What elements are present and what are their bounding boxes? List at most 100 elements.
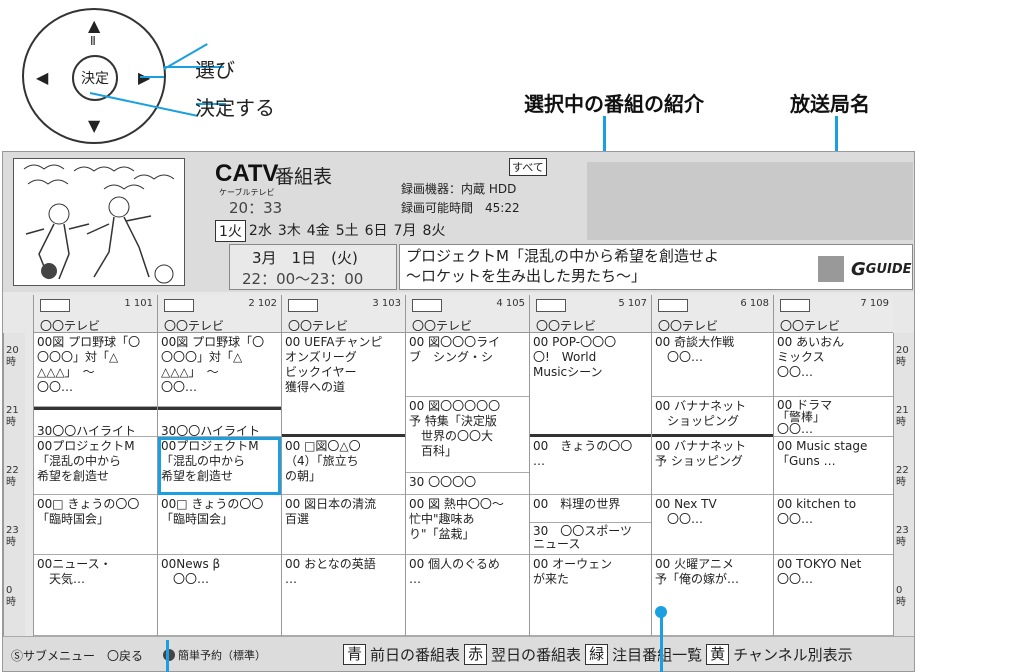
up-arrow-icon: ▲ xyxy=(88,16,101,35)
program-cell[interactable]: 00 オーウェン が来た xyxy=(530,555,651,636)
program-cell[interactable]: 00 図〇〇〇ライ ブ シング・シ xyxy=(406,333,529,397)
day-tab-6[interactable]: 6日 xyxy=(362,220,391,242)
program-cell[interactable]: 30〇〇ハイライト xyxy=(34,407,157,437)
easy-rec-hint[interactable]: 簡単予約（標準） xyxy=(163,647,266,663)
color-key-bar: 青 前日の番組表 赤 翌日の番組表 緑 注目番組一覧 黄 チャンネル別表示 xyxy=(343,644,853,665)
program-cell[interactable]: 00 ドラマ 「警棒」 〇〇… xyxy=(774,397,893,437)
program-cell[interactable]: 00□ きょうの〇〇 「臨時国会」 xyxy=(34,495,157,555)
blue-key[interactable]: 青 xyxy=(343,644,367,665)
blue-key-label: 前日の番組表 xyxy=(370,646,461,664)
channel-header: 7 109 〇〇テレビ xyxy=(774,295,893,333)
program-cell[interactable]: 00 きょうの〇〇 … xyxy=(530,437,651,495)
channel-logo-box xyxy=(164,299,194,312)
day-tab-8[interactable]: 8火 xyxy=(419,220,448,242)
day-tab-7[interactable]: 7月 xyxy=(391,220,420,242)
time-column-right: 20 時 21 時 22 時 23 時 0 時 xyxy=(893,333,914,636)
day-tab-3[interactable]: 3木 xyxy=(275,220,304,242)
program-cell[interactable]: 00 □図〇△〇 （4）「旅立ち の朝」 xyxy=(282,437,405,495)
program-cell[interactable]: 00 図 熱中〇〇〜 忙中"趣味あ り"「盆栽」 xyxy=(406,495,529,555)
program-cell[interactable]: 00図 プロ野球「〇 〇〇〇」対「△ △△△」 〜 〇〇… xyxy=(34,333,157,407)
guide-logo-text: GUIDE xyxy=(865,261,912,277)
time-20-right: 20 時 xyxy=(896,345,909,368)
time-23-right: 23 時 xyxy=(896,525,909,548)
program-cell[interactable]: 00 おとなの英語 … xyxy=(282,555,405,636)
channel-header: 6 108 〇〇テレビ xyxy=(652,295,773,333)
red-key[interactable]: 赤 xyxy=(464,644,488,665)
program-cell[interactable]: 00ニュース・ 天気… xyxy=(34,555,157,636)
guide-square-icon xyxy=(818,256,844,282)
catv-logo: CATV xyxy=(215,160,279,187)
time-21: 21 時 xyxy=(6,405,19,428)
channel-column-7: 7 109 〇〇テレビ 00 あいおん ミックス 〇〇… 00 ドラマ 「警棒」 … xyxy=(773,295,893,636)
channel-number: 4 105 xyxy=(496,298,525,309)
channel-logo-box xyxy=(536,299,566,312)
program-cell[interactable]: 00 図日本の清流 百選 xyxy=(282,495,405,555)
right-arrow-icon: ▶ xyxy=(138,70,150,86)
day-tab-4[interactable]: 4金 xyxy=(304,220,333,242)
submenu-hint[interactable]: Ⓢサブメニュー 〇戻る xyxy=(11,647,143,664)
program-cell[interactable]: 00News β 〇〇… xyxy=(158,555,281,636)
day-tab-1[interactable]: 1火 xyxy=(215,220,246,242)
reservation-pointer-line xyxy=(660,612,663,672)
easy-rec-label: 簡単予約（標準） xyxy=(178,649,266,662)
program-cell[interactable]: 00プロジェクトM 「混乱の中から 希望を創造せ xyxy=(34,437,157,495)
program-cell[interactable]: 30 〇〇スポーツ ニュース xyxy=(530,523,651,555)
channel-header: 2 102 〇〇テレビ xyxy=(158,295,281,333)
station-name-label: 放送局名 xyxy=(790,92,870,116)
yellow-key-label: チャンネル別表示 xyxy=(733,646,853,664)
day-tabs: 1火 2水 3木 4金 5土 6日 7月 8火 xyxy=(215,220,448,242)
selected-slot-box: 3月 1日 (火) 22：00〜23：00 xyxy=(229,244,397,290)
time-21-right: 21 時 xyxy=(896,405,909,428)
channel-header: 1 101 〇〇テレビ xyxy=(34,295,157,333)
channel-number: 2 102 xyxy=(248,298,277,309)
program-cell[interactable]: 00 Music stage 「Guns … xyxy=(774,437,893,495)
channel-name: 〇〇テレビ xyxy=(412,319,473,333)
green-key[interactable]: 緑 xyxy=(585,644,609,665)
program-cell[interactable]: 00 TOKYO Net 〇〇… xyxy=(774,555,893,636)
all-filter-badge[interactable]: すべて xyxy=(509,158,547,176)
time-0: 0 時 xyxy=(6,585,16,608)
epg-screen: CATV 番組表 ケーブルテレビ 20：33 すべて 録画機器：内蔵 HDD 録… xyxy=(2,151,915,672)
yellow-key[interactable]: 黄 xyxy=(706,644,730,665)
program-cell[interactable]: 00 奇談大作戦 〇〇… xyxy=(652,333,773,397)
g-guide-logo: G GUIDE xyxy=(851,256,912,282)
callout-line-select xyxy=(140,76,164,78)
channel-logo-box xyxy=(288,299,318,312)
day-tab-5[interactable]: 5土 xyxy=(333,220,362,242)
program-cell[interactable]: 00 あいおん ミックス 〇〇… xyxy=(774,333,893,397)
program-cell[interactable]: 00 Nex TV 〇〇… xyxy=(652,495,773,555)
record-icon xyxy=(163,649,175,661)
program-cell[interactable]: 00 UEFAチャンピ オンズリーグ ビックイヤー 獲得への道 xyxy=(282,333,405,437)
program-cell[interactable]: 00 個人のぐるめ … xyxy=(406,555,529,636)
green-key-label: 注目番組一覧 xyxy=(612,646,703,664)
program-cell[interactable]: 00□ きょうの〇〇 「臨時国会」 xyxy=(158,495,281,555)
channel-column-5: 5 107 〇〇テレビ 00 POP-〇〇〇 〇! World Musicシーン … xyxy=(529,295,651,636)
channel-number: 3 103 xyxy=(372,298,401,309)
selected-pointer-line xyxy=(166,640,169,672)
program-cell[interactable]: 00 火曜アニメ 予「俺の嫁が… xyxy=(652,555,773,636)
time-22: 22 時 xyxy=(6,465,19,488)
program-cell[interactable]: 00 POP-〇〇〇 〇! World Musicシーン xyxy=(530,333,651,437)
program-cell[interactable]: 00 kitchen to 〇〇… xyxy=(774,495,893,555)
channel-logo-box xyxy=(412,299,442,312)
program-cell[interactable]: 00 バナナネット ショッピング xyxy=(652,397,773,437)
soccer-illustration xyxy=(13,158,185,286)
program-cell[interactable]: 00図 プロ野球「〇 〇〇〇」対「△ △△△」 〜 〇〇… xyxy=(158,333,281,407)
time-0-right: 0 時 xyxy=(896,585,906,608)
program-cell[interactable]: 00 図〇〇〇〇〇 予 特集「決定版 世界の〇〇大 百科」 xyxy=(406,397,529,473)
day-tab-2[interactable]: 2水 xyxy=(246,220,275,242)
program-cell[interactable]: 00 料理の世界 xyxy=(530,495,651,523)
channel-name: 〇〇テレビ xyxy=(288,319,349,333)
pause-icon: Ⅱ xyxy=(90,34,96,48)
left-arrow-icon: ◀ xyxy=(36,68,49,87)
program-cell[interactable]: 00 バナナネット 予 ショッピング xyxy=(652,437,773,495)
channel-number: 5 107 xyxy=(618,298,647,309)
channel-number: 7 109 xyxy=(860,298,889,309)
channel-logo-box xyxy=(40,299,70,312)
program-cell-selected[interactable]: 00プロジェクトM 「混乱の中から 希望を創造せ xyxy=(158,437,281,495)
channel-header: 5 107 〇〇テレビ xyxy=(530,295,651,333)
channel-header: 4 105 〇〇テレビ xyxy=(406,295,529,333)
channel-name: 〇〇テレビ xyxy=(164,319,225,333)
program-cell[interactable]: 30 〇〇〇〇 xyxy=(406,473,529,495)
program-cell[interactable]: 30〇〇ハイライト xyxy=(158,407,281,437)
